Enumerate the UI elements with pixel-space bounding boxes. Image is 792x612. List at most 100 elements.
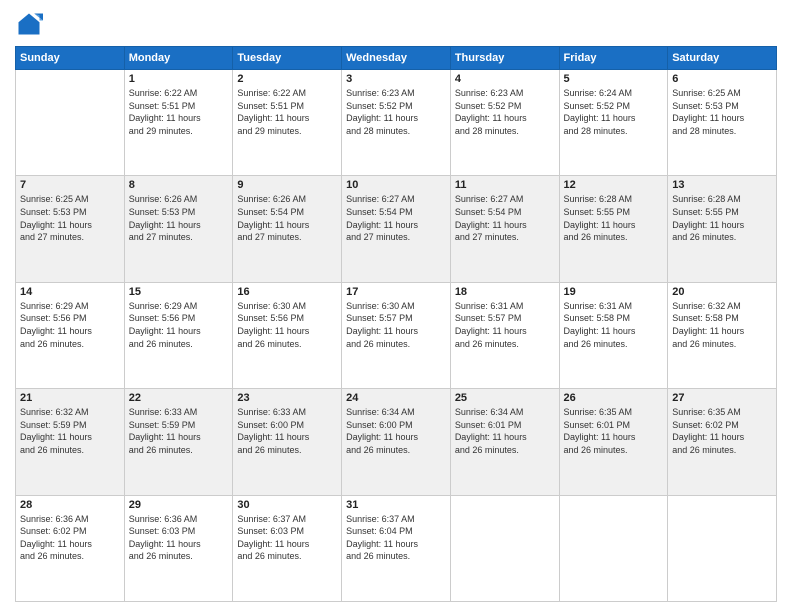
calendar-cell: 22 Sunrise: 6:33 AM Sunset: 5:59 PM Dayli… (124, 389, 233, 495)
day-info: Sunrise: 6:27 AM Sunset: 5:54 PM Dayligh… (455, 193, 555, 243)
day-info: Sunrise: 6:26 AM Sunset: 5:53 PM Dayligh… (129, 193, 229, 243)
calendar-week-row: 21 Sunrise: 6:32 AM Sunset: 5:59 PM Dayli… (16, 389, 777, 495)
day-info: Sunrise: 6:35 AM Sunset: 6:01 PM Dayligh… (564, 406, 664, 456)
day-info: Sunrise: 6:31 AM Sunset: 5:58 PM Dayligh… (564, 300, 664, 350)
day-number: 31 (346, 499, 446, 511)
calendar-cell: 3 Sunrise: 6:23 AM Sunset: 5:52 PM Daylig… (342, 70, 451, 176)
calendar-header-friday: Friday (559, 47, 668, 70)
day-info: Sunrise: 6:37 AM Sunset: 6:03 PM Dayligh… (237, 513, 337, 563)
day-info: Sunrise: 6:32 AM Sunset: 5:58 PM Dayligh… (672, 300, 772, 350)
calendar-cell: 13 Sunrise: 6:28 AM Sunset: 5:55 PM Dayli… (668, 176, 777, 282)
day-info: Sunrise: 6:33 AM Sunset: 5:59 PM Dayligh… (129, 406, 229, 456)
day-number: 19 (564, 286, 664, 298)
calendar-cell: 21 Sunrise: 6:32 AM Sunset: 5:59 PM Dayli… (16, 389, 125, 495)
day-number: 8 (129, 179, 229, 191)
day-number: 13 (672, 179, 772, 191)
day-info: Sunrise: 6:37 AM Sunset: 6:04 PM Dayligh… (346, 513, 446, 563)
day-number: 29 (129, 499, 229, 511)
calendar-cell (668, 495, 777, 601)
day-number: 10 (346, 179, 446, 191)
calendar-cell: 11 Sunrise: 6:27 AM Sunset: 5:54 PM Dayli… (450, 176, 559, 282)
day-number: 26 (564, 392, 664, 404)
day-number: 16 (237, 286, 337, 298)
day-info: Sunrise: 6:32 AM Sunset: 5:59 PM Dayligh… (20, 406, 120, 456)
day-number: 22 (129, 392, 229, 404)
calendar-cell: 16 Sunrise: 6:30 AM Sunset: 5:56 PM Dayli… (233, 282, 342, 388)
day-info: Sunrise: 6:33 AM Sunset: 6:00 PM Dayligh… (237, 406, 337, 456)
calendar-week-row: 14 Sunrise: 6:29 AM Sunset: 5:56 PM Dayli… (16, 282, 777, 388)
day-info: Sunrise: 6:29 AM Sunset: 5:56 PM Dayligh… (129, 300, 229, 350)
day-info: Sunrise: 6:34 AM Sunset: 6:01 PM Dayligh… (455, 406, 555, 456)
calendar-cell: 12 Sunrise: 6:28 AM Sunset: 5:55 PM Dayli… (559, 176, 668, 282)
day-number: 4 (455, 73, 555, 85)
calendar-table: SundayMondayTuesdayWednesdayThursdayFrid… (15, 46, 777, 602)
day-number: 23 (237, 392, 337, 404)
day-number: 15 (129, 286, 229, 298)
calendar-cell: 24 Sunrise: 6:34 AM Sunset: 6:00 PM Dayli… (342, 389, 451, 495)
day-info: Sunrise: 6:23 AM Sunset: 5:52 PM Dayligh… (346, 87, 446, 137)
calendar-cell: 17 Sunrise: 6:30 AM Sunset: 5:57 PM Dayli… (342, 282, 451, 388)
calendar-header-sunday: Sunday (16, 47, 125, 70)
calendar-week-row: 1Sunrise: 6:22 AM Sunset: 5:51 PM Daylig… (16, 70, 777, 176)
calendar-cell: 26 Sunrise: 6:35 AM Sunset: 6:01 PM Dayli… (559, 389, 668, 495)
calendar-week-row: 28 Sunrise: 6:36 AM Sunset: 6:02 PM Dayli… (16, 495, 777, 601)
day-number: 24 (346, 392, 446, 404)
day-info: Sunrise: 6:35 AM Sunset: 6:02 PM Dayligh… (672, 406, 772, 456)
calendar-cell: 31 Sunrise: 6:37 AM Sunset: 6:04 PM Dayli… (342, 495, 451, 601)
page: SundayMondayTuesdayWednesdayThursdayFrid… (0, 0, 792, 612)
calendar-cell: 1Sunrise: 6:22 AM Sunset: 5:51 PM Daylig… (124, 70, 233, 176)
day-info: Sunrise: 6:30 AM Sunset: 5:56 PM Dayligh… (237, 300, 337, 350)
day-number: 27 (672, 392, 772, 404)
calendar-cell: 20Sunrise: 6:32 AM Sunset: 5:58 PM Dayli… (668, 282, 777, 388)
calendar-cell: 19 Sunrise: 6:31 AM Sunset: 5:58 PM Dayli… (559, 282, 668, 388)
calendar-cell: 2Sunrise: 6:22 AM Sunset: 5:51 PM Daylig… (233, 70, 342, 176)
logo (15, 10, 47, 38)
calendar-cell: 30 Sunrise: 6:37 AM Sunset: 6:03 PM Dayli… (233, 495, 342, 601)
calendar-cell: 25 Sunrise: 6:34 AM Sunset: 6:01 PM Dayli… (450, 389, 559, 495)
day-info: Sunrise: 6:28 AM Sunset: 5:55 PM Dayligh… (564, 193, 664, 243)
calendar-cell: 9Sunrise: 6:26 AM Sunset: 5:54 PM Daylig… (233, 176, 342, 282)
calendar-cell (450, 495, 559, 601)
calendar-cell: 15 Sunrise: 6:29 AM Sunset: 5:56 PM Dayli… (124, 282, 233, 388)
day-info: Sunrise: 6:29 AM Sunset: 5:56 PM Dayligh… (20, 300, 120, 350)
calendar-cell: 28 Sunrise: 6:36 AM Sunset: 6:02 PM Dayli… (16, 495, 125, 601)
day-number: 17 (346, 286, 446, 298)
day-number: 25 (455, 392, 555, 404)
day-number: 28 (20, 499, 120, 511)
day-info: Sunrise: 6:25 AM Sunset: 5:53 PM Dayligh… (20, 193, 120, 243)
day-info: Sunrise: 6:30 AM Sunset: 5:57 PM Dayligh… (346, 300, 446, 350)
day-info: Sunrise: 6:28 AM Sunset: 5:55 PM Dayligh… (672, 193, 772, 243)
day-number: 5 (564, 73, 664, 85)
day-number: 14 (20, 286, 120, 298)
day-info: Sunrise: 6:23 AM Sunset: 5:52 PM Dayligh… (455, 87, 555, 137)
calendar-cell: 23 Sunrise: 6:33 AM Sunset: 6:00 PM Dayli… (233, 389, 342, 495)
calendar-header-saturday: Saturday (668, 47, 777, 70)
day-number: 30 (237, 499, 337, 511)
day-info: Sunrise: 6:36 AM Sunset: 6:02 PM Dayligh… (20, 513, 120, 563)
calendar-cell: 8 Sunrise: 6:26 AM Sunset: 5:53 PM Daylig… (124, 176, 233, 282)
calendar-week-row: 7Sunrise: 6:25 AM Sunset: 5:53 PM Daylig… (16, 176, 777, 282)
day-number: 11 (455, 179, 555, 191)
calendar-cell: 5 Sunrise: 6:24 AM Sunset: 5:52 PM Daylig… (559, 70, 668, 176)
day-info: Sunrise: 6:25 AM Sunset: 5:53 PM Dayligh… (672, 87, 772, 137)
day-info: Sunrise: 6:36 AM Sunset: 6:03 PM Dayligh… (129, 513, 229, 563)
calendar-cell (16, 70, 125, 176)
day-info: Sunrise: 6:27 AM Sunset: 5:54 PM Dayligh… (346, 193, 446, 243)
day-info: Sunrise: 6:31 AM Sunset: 5:57 PM Dayligh… (455, 300, 555, 350)
calendar-header-monday: Monday (124, 47, 233, 70)
day-info: Sunrise: 6:26 AM Sunset: 5:54 PM Dayligh… (237, 193, 337, 243)
day-info: Sunrise: 6:22 AM Sunset: 5:51 PM Dayligh… (129, 87, 229, 137)
calendar-header-thursday: Thursday (450, 47, 559, 70)
day-info: Sunrise: 6:24 AM Sunset: 5:52 PM Dayligh… (564, 87, 664, 137)
day-number: 3 (346, 73, 446, 85)
day-number: 2 (237, 73, 337, 85)
calendar-header-tuesday: Tuesday (233, 47, 342, 70)
day-number: 21 (20, 392, 120, 404)
day-info: Sunrise: 6:34 AM Sunset: 6:00 PM Dayligh… (346, 406, 446, 456)
calendar-header-wednesday: Wednesday (342, 47, 451, 70)
day-number: 6 (672, 73, 772, 85)
calendar-cell: 7Sunrise: 6:25 AM Sunset: 5:53 PM Daylig… (16, 176, 125, 282)
calendar-cell (559, 495, 668, 601)
day-number: 12 (564, 179, 664, 191)
calendar-cell: 6 Sunrise: 6:25 AM Sunset: 5:53 PM Daylig… (668, 70, 777, 176)
